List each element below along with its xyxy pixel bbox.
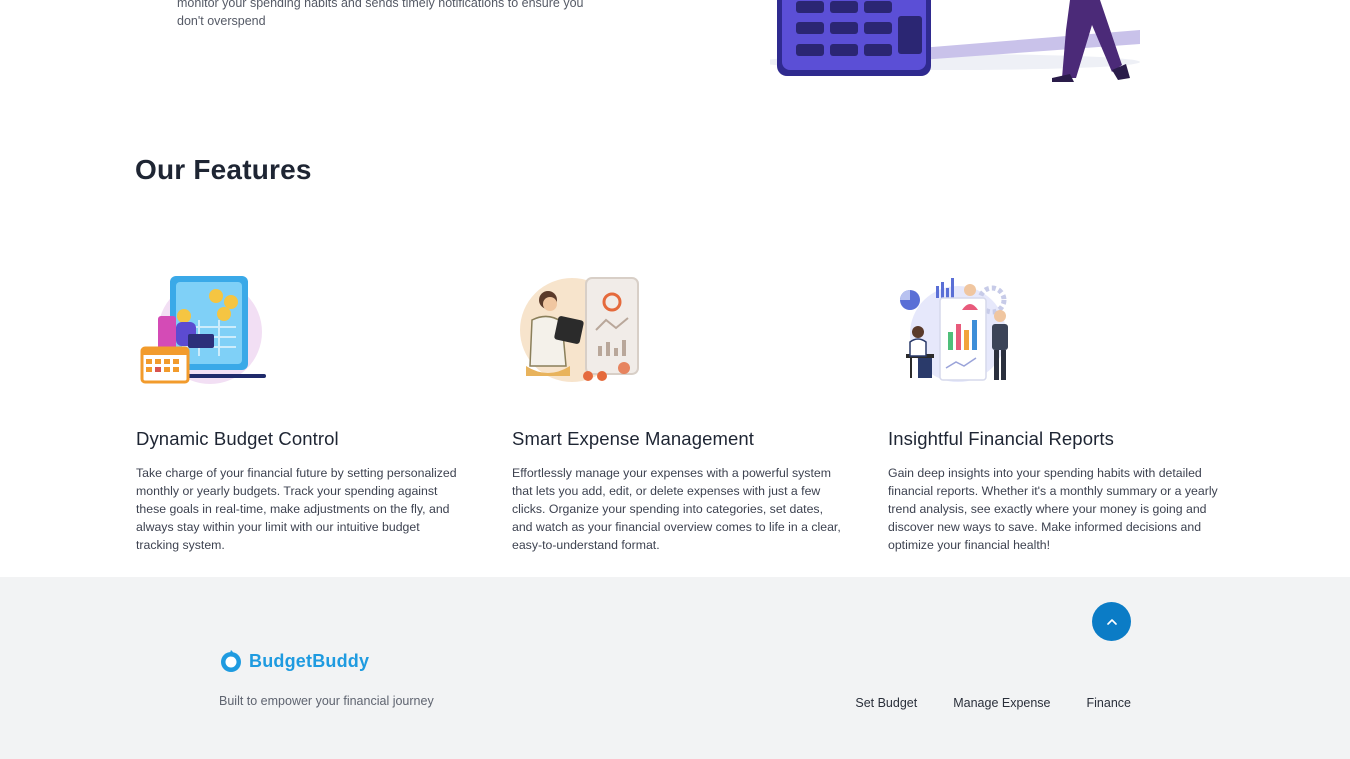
budgetbuddy-logo-icon bbox=[221, 650, 241, 672]
calculator-person-illustration bbox=[770, 0, 1140, 82]
feature-title: Smart Expense Management bbox=[512, 428, 754, 449]
feature-card-reports: Insightful Financial Reports Gain deep i… bbox=[888, 270, 1223, 554]
feature-title: Insightful Financial Reports bbox=[888, 428, 1114, 449]
expense-tablet-illustration bbox=[520, 277, 639, 382]
footer-link-manage-expense[interactable]: Manage Expense bbox=[953, 696, 1050, 710]
feature-card-budget: Dynamic Budget Control Take charge of yo… bbox=[136, 270, 471, 554]
feature-description: Effortlessly manage your expenses with a… bbox=[512, 466, 841, 552]
brand-name: BudgetBuddy bbox=[249, 650, 370, 671]
footer-link-set-budget[interactable]: Set Budget bbox=[855, 696, 917, 710]
features-heading: Our Features bbox=[135, 154, 312, 185]
site-footer: BudgetBuddy Built to empower your financ… bbox=[0, 577, 1350, 759]
hero-description: monitor your spending habits and sends t… bbox=[177, 0, 584, 28]
feature-description: Gain deep insights into your spending ha… bbox=[888, 466, 1218, 552]
footer-nav: Set Budget Manage Expense Finance bbox=[855, 696, 1131, 710]
reports-chart-illustration bbox=[900, 278, 1008, 382]
back-to-top-button[interactable] bbox=[1092, 602, 1131, 641]
feature-title: Dynamic Budget Control bbox=[136, 428, 339, 449]
footer-link-finance[interactable]: Finance bbox=[1087, 696, 1131, 710]
feature-description: Take charge of your financial future by … bbox=[136, 466, 457, 552]
budget-calendar-illustration bbox=[140, 276, 266, 384]
chevron-up-icon bbox=[1106, 619, 1117, 625]
feature-card-expense: Smart Expense Management Effortlessly ma… bbox=[512, 270, 847, 554]
footer-tagline: Built to empower your financial journey bbox=[219, 694, 434, 708]
footer-brand[interactable]: BudgetBuddy bbox=[219, 649, 369, 673]
